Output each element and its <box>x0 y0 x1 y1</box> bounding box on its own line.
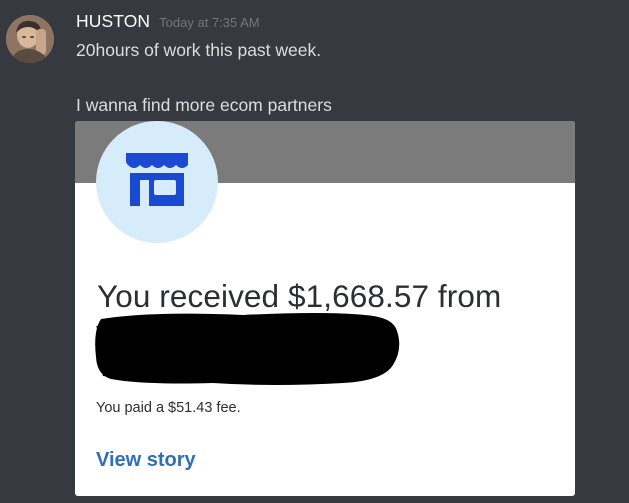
message-text-line: I wanna find more ecom partners <box>76 95 332 115</box>
chat-message: HUSTON Today at 7:35 AM 20hours of work … <box>0 0 629 503</box>
image-attachment[interactable]: You received $1,668.57 from You paid a $… <box>75 121 575 496</box>
avatar-photo-icon <box>6 15 54 63</box>
username[interactable]: HUSTON <box>76 11 150 32</box>
fee-text: You paid a $51.43 fee. <box>96 400 241 416</box>
user-avatar[interactable] <box>6 15 54 63</box>
store-icon-badge <box>96 121 218 243</box>
view-story-link[interactable]: View story <box>96 449 196 472</box>
storefront-icon <box>126 153 188 206</box>
message-text-line: 20hours of work this past week. <box>76 40 322 60</box>
message-timestamp: Today at 7:35 AM <box>159 15 260 30</box>
redaction-scribble <box>95 313 400 385</box>
message-header: HUSTON Today at 7:35 AM <box>76 11 260 32</box>
